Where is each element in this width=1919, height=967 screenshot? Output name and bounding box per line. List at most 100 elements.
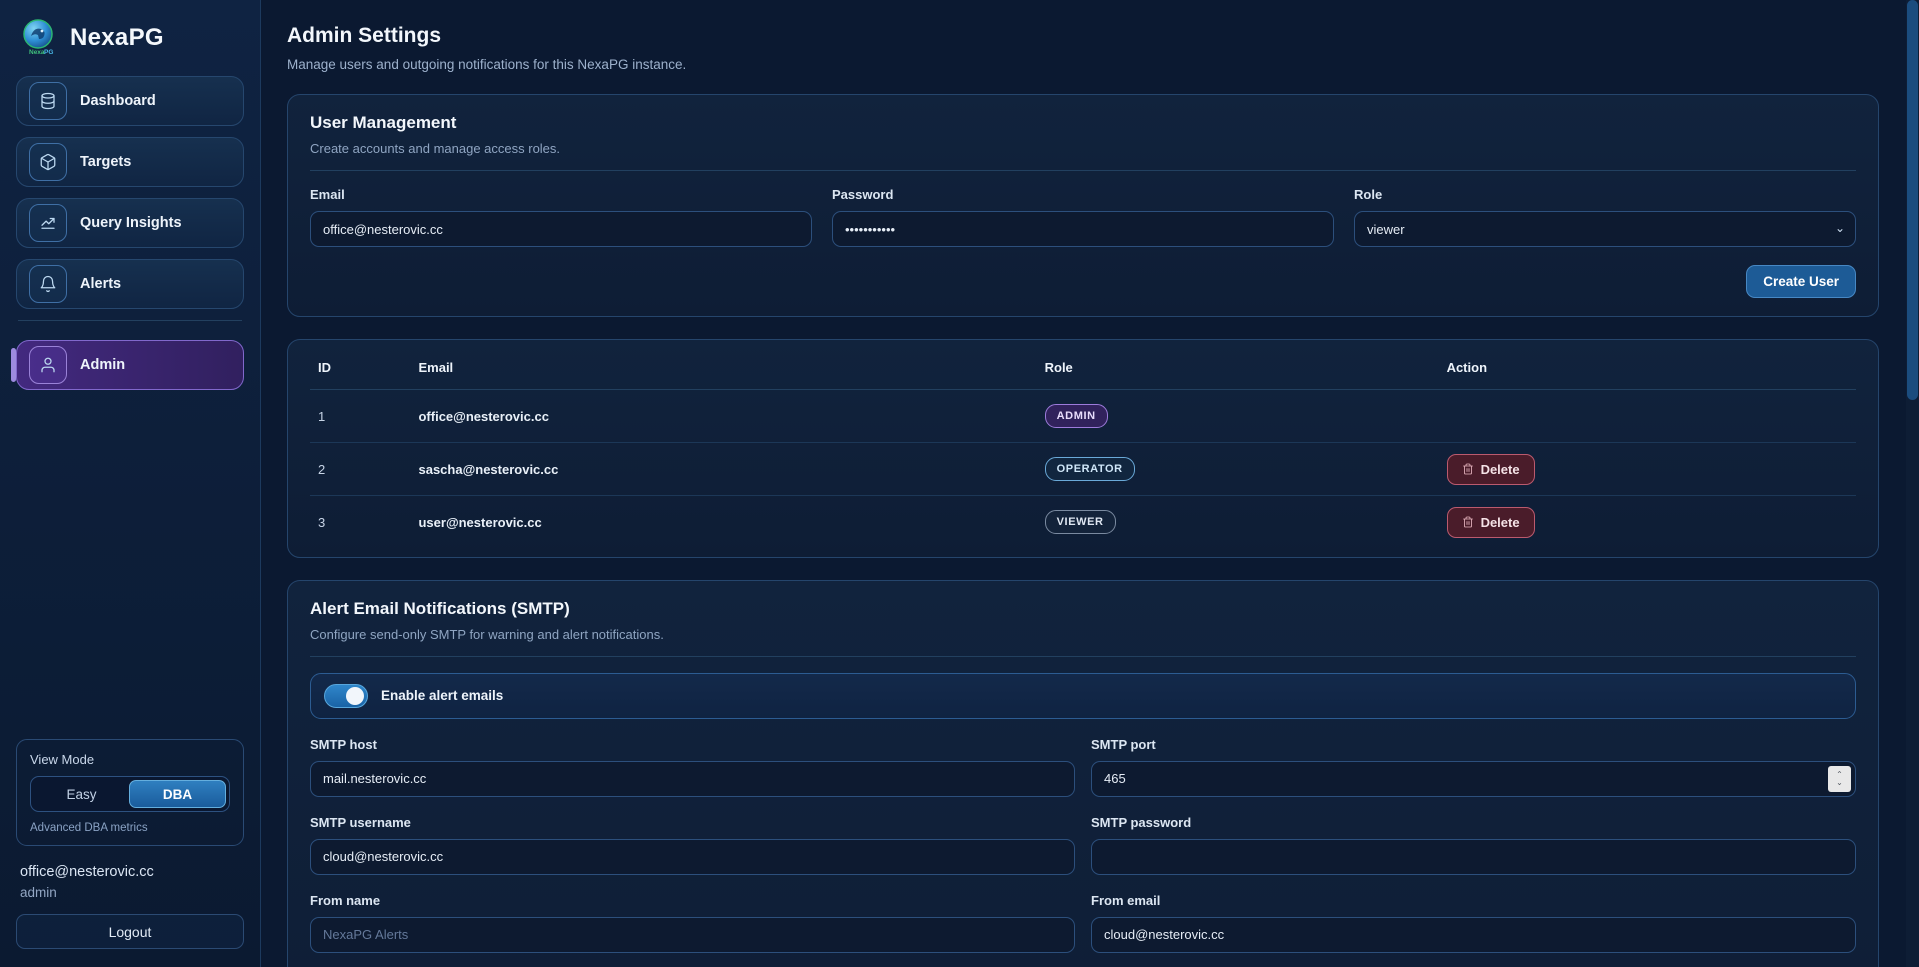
- smtp-port-input[interactable]: [1091, 761, 1856, 797]
- current-user-block: office@nesterovic.cc admin: [16, 862, 244, 914]
- delete-user-button[interactable]: Delete: [1447, 454, 1535, 485]
- col-header-email: Email: [410, 354, 1036, 390]
- view-mode-segmented-control: Easy DBA: [30, 776, 230, 812]
- new-user-role-select[interactable]: viewer: [1354, 211, 1856, 247]
- password-label: Password: [832, 187, 1334, 202]
- nav-icon-box: [29, 265, 67, 303]
- delete-user-button[interactable]: Delete: [1447, 507, 1535, 538]
- role-badge: VIEWER: [1045, 510, 1116, 534]
- user-role-cell: VIEWER: [1037, 496, 1439, 549]
- view-mode-option-dba[interactable]: DBA: [129, 780, 226, 808]
- user-id-cell: 2: [310, 443, 410, 496]
- user-id-cell: 1: [310, 390, 410, 443]
- nav-icon-box: [29, 143, 67, 181]
- smtp-username-group: SMTP username: [310, 815, 1075, 875]
- smtp-username-input[interactable]: [310, 839, 1075, 875]
- divider: [310, 656, 1856, 657]
- from-name-label: From name: [310, 893, 1075, 908]
- app-title: NexaPG: [70, 24, 164, 52]
- email-field-group: Email: [310, 187, 812, 247]
- user-action-cell: [1439, 390, 1856, 443]
- smtp-port-group: SMTP port ⌃⌄: [1091, 737, 1856, 797]
- smtp-password-input[interactable]: [1091, 839, 1856, 875]
- smtp-subtitle: Configure send-only SMTP for warning and…: [310, 627, 1856, 642]
- logout-button[interactable]: Logout: [16, 914, 244, 949]
- current-user-role: admin: [20, 885, 240, 900]
- trend-chart-icon: [39, 214, 57, 232]
- role-field-group: Role viewer ⌄: [1354, 187, 1856, 247]
- nexapg-logo-icon: Nexa PG: [18, 18, 58, 58]
- users-table-card: ID Email Role Action 1 office@nesterovic…: [287, 339, 1879, 558]
- divider: [310, 170, 1856, 171]
- smtp-host-group: SMTP host: [310, 737, 1075, 797]
- sidebar-item-query-insights[interactable]: Query Insights: [16, 198, 244, 248]
- password-field-group: Password: [832, 187, 1334, 247]
- database-icon: [39, 92, 57, 110]
- number-stepper-icon[interactable]: ⌃⌄: [1828, 766, 1851, 792]
- role-badge: OPERATOR: [1045, 457, 1135, 481]
- create-user-button[interactable]: Create User: [1746, 265, 1856, 298]
- user-role-cell: OPERATOR: [1037, 443, 1439, 496]
- svg-text:Nexa: Nexa: [29, 49, 45, 56]
- from-name-group: From name: [310, 893, 1075, 953]
- sidebar-item-alerts[interactable]: Alerts: [16, 259, 244, 309]
- user-action-cell: Delete: [1439, 496, 1856, 549]
- smtp-password-label: SMTP password: [1091, 815, 1856, 830]
- trash-icon: [1462, 516, 1474, 528]
- from-email-group: From email: [1091, 893, 1856, 953]
- page-title: Admin Settings: [287, 24, 1879, 48]
- role-label: Role: [1354, 187, 1856, 202]
- view-mode-option-easy[interactable]: Easy: [34, 780, 129, 808]
- delete-button-label: Delete: [1481, 515, 1520, 530]
- new-user-email-input[interactable]: [310, 211, 812, 247]
- package-icon: [39, 153, 57, 171]
- bell-icon: [39, 275, 57, 293]
- smtp-port-label: SMTP port: [1091, 737, 1856, 752]
- email-label: Email: [310, 187, 812, 202]
- user-role-cell: ADMIN: [1037, 390, 1439, 443]
- table-row: 1 office@nesterovic.cc ADMIN: [310, 390, 1856, 443]
- user-management-subtitle: Create accounts and manage access roles.: [310, 141, 1856, 156]
- from-name-input[interactable]: [310, 917, 1075, 953]
- enable-alert-emails-toggle[interactable]: [324, 684, 368, 708]
- user-action-cell: Delete: [1439, 443, 1856, 496]
- view-mode-card: View Mode Easy DBA Advanced DBA metrics: [16, 739, 244, 846]
- user-management-title: User Management: [310, 113, 1856, 133]
- app-logo: Nexa PG NexaPG: [16, 14, 244, 76]
- user-email-cell: user@nesterovic.cc: [410, 496, 1036, 549]
- smtp-card: Alert Email Notifications (SMTP) Configu…: [287, 580, 1879, 967]
- scrollbar-thumb[interactable]: [1907, 0, 1918, 400]
- smtp-title: Alert Email Notifications (SMTP): [310, 599, 1856, 619]
- from-email-input[interactable]: [1091, 917, 1856, 953]
- sidebar-item-label: Admin: [80, 357, 125, 373]
- col-header-action: Action: [1439, 354, 1856, 390]
- user-email-cell: sascha@nesterovic.cc: [410, 443, 1036, 496]
- enable-alert-emails-label: Enable alert emails: [381, 688, 503, 703]
- current-user-email: office@nesterovic.cc: [20, 864, 240, 880]
- sidebar-item-label: Dashboard: [80, 93, 156, 109]
- sidebar-item-dashboard[interactable]: Dashboard: [16, 76, 244, 126]
- table-row: 2 sascha@nesterovic.cc OPERATOR Delete: [310, 443, 1856, 496]
- nav-icon-box: [29, 82, 67, 120]
- main-content: Admin Settings Manage users and outgoing…: [261, 0, 1919, 967]
- sidebar-divider: [18, 320, 242, 321]
- users-table: ID Email Role Action 1 office@nesterovic…: [310, 354, 1856, 549]
- smtp-host-input[interactable]: [310, 761, 1075, 797]
- nav-icon-box: [29, 204, 67, 242]
- user-management-card: User Management Create accounts and mana…: [287, 94, 1879, 317]
- table-row: 3 user@nesterovic.cc VIEWER Delete: [310, 496, 1856, 549]
- view-mode-caption: Advanced DBA metrics: [30, 822, 230, 834]
- sidebar-item-targets[interactable]: Targets: [16, 137, 244, 187]
- new-user-password-input[interactable]: [832, 211, 1334, 247]
- user-id-cell: 3: [310, 496, 410, 549]
- delete-button-label: Delete: [1481, 462, 1520, 477]
- table-header-row: ID Email Role Action: [310, 354, 1856, 390]
- sidebar-item-admin[interactable]: Admin: [16, 340, 244, 390]
- smtp-username-label: SMTP username: [310, 815, 1075, 830]
- sidebar-nav: Dashboard Targets Query Insights Alerts …: [16, 76, 244, 401]
- enable-alert-emails-box: Enable alert emails: [310, 673, 1856, 719]
- col-header-id: ID: [310, 354, 410, 390]
- svg-text:PG: PG: [44, 49, 53, 56]
- from-email-label: From email: [1091, 893, 1856, 908]
- smtp-password-group: SMTP password: [1091, 815, 1856, 875]
